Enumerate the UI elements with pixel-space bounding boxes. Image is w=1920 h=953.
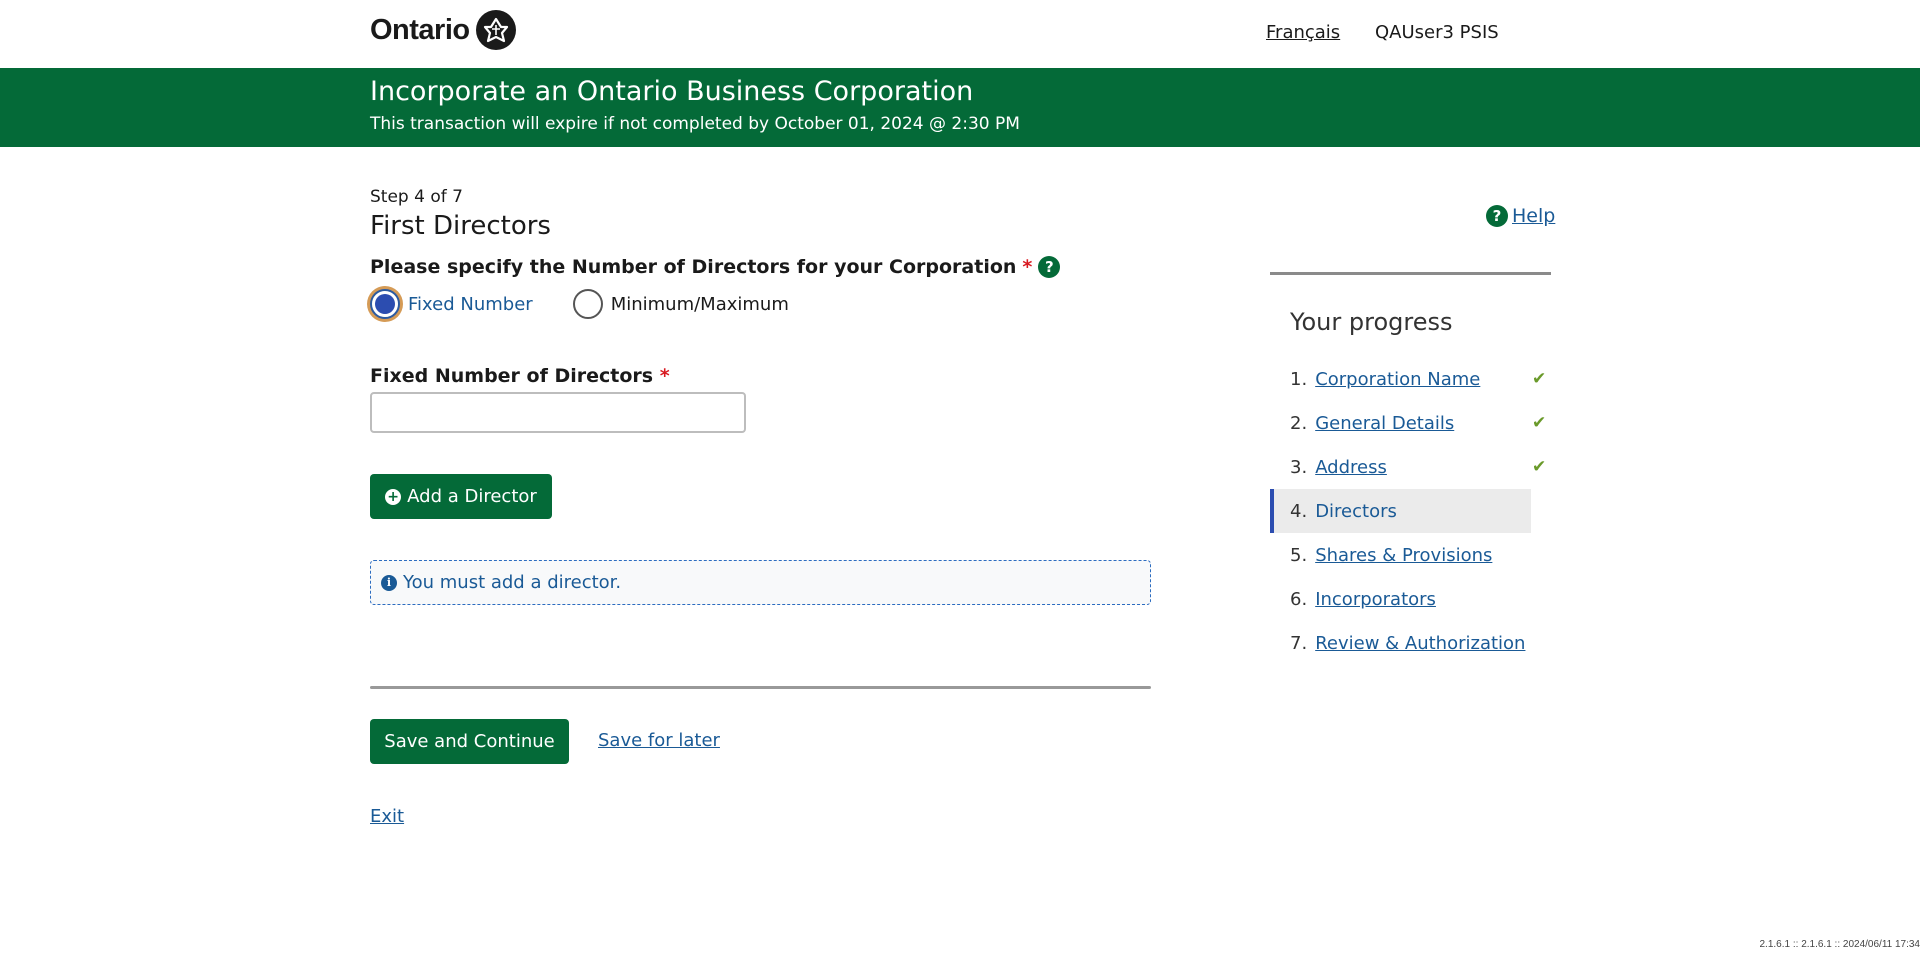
progress-step-shares-provisions[interactable]: 5. Shares & Provisions (1270, 533, 1531, 577)
progress-divider (1270, 272, 1551, 275)
step-number: 4. (1290, 500, 1308, 522)
banner-title: Incorporate an Ontario Business Corporat… (370, 76, 974, 107)
trillium-icon (475, 10, 516, 50)
step-link[interactable]: Incorporators (1315, 589, 1436, 610)
step-number: 5. (1290, 544, 1308, 566)
help-link[interactable]: ? Help (1486, 205, 1555, 227)
fixed-number-input[interactable] (370, 392, 746, 433)
step-link[interactable]: Review & Authorization (1315, 633, 1525, 654)
radio-label: Minimum/Maximum (610, 293, 789, 315)
step-link[interactable]: Shares & Provisions (1315, 545, 1492, 566)
progress-step-general-details[interactable]: 2. General Details ✔ (1270, 401, 1546, 445)
version-footer: 2.1.6.1 :: 2.1.6.1 :: 2024/06/11 17:34 (1759, 939, 1920, 950)
radio-button-checked[interactable] (370, 289, 400, 319)
step-label: Directors (1315, 500, 1397, 522)
help-label: Help (1512, 205, 1556, 227)
checkmark-icon: ✔ (1532, 413, 1547, 433)
step-link[interactable]: General Details (1315, 413, 1454, 434)
required-marker: * (659, 365, 670, 387)
user-account-name[interactable]: QAUser3 PSIS (1375, 22, 1499, 43)
radio-label: Fixed Number (408, 293, 533, 315)
question-text: Please specify the Number of Directors f… (370, 256, 1017, 278)
exit-link[interactable]: Exit (370, 806, 404, 827)
radio-button-unchecked[interactable] (572, 289, 603, 319)
progress-step-incorporators[interactable]: 6. Incorporators (1270, 577, 1531, 621)
step-number: 7. (1290, 632, 1308, 654)
director-type-radio-group: Fixed Number Minimum/Maximum (370, 289, 829, 319)
step-number: 6. (1290, 588, 1308, 610)
save-and-continue-button[interactable]: Save and Continue (370, 719, 569, 764)
info-icon: i (381, 574, 397, 591)
field-label-text: Fixed Number of Directors (370, 365, 654, 387)
form-divider (370, 686, 1151, 689)
required-marker: * (1022, 256, 1033, 278)
save-for-later-link[interactable]: Save for later (598, 730, 720, 751)
info-message-box: i You must add a director. (370, 560, 1151, 605)
progress-step-address[interactable]: 3. Address ✔ (1270, 445, 1546, 489)
progress-step-directors-current: 4. Directors (1270, 489, 1531, 533)
step-number: 3. (1290, 456, 1308, 478)
expiry-notice: This transaction will expire if not comp… (370, 114, 1020, 134)
add-director-button[interactable]: + Add a Director (370, 474, 552, 519)
step-number: 2. (1290, 412, 1308, 434)
add-director-label: Add a Director (407, 486, 537, 507)
language-toggle-link[interactable]: Français (1266, 22, 1340, 43)
progress-step-review-authorization[interactable]: 7. Review & Authorization (1270, 621, 1531, 665)
step-link[interactable]: Address (1315, 457, 1387, 478)
plus-circle-icon: + (385, 488, 402, 505)
director-count-question: Please specify the Number of Directors f… (370, 256, 1061, 278)
fixed-number-label: Fixed Number of Directors * (370, 365, 670, 387)
logo-text: Ontario (370, 13, 470, 46)
site-header: Ontario Français QAUser3 PSIS (0, 0, 1920, 68)
question-help-icon[interactable]: ? (1038, 256, 1061, 278)
transaction-banner: Incorporate an Ontario Business Corporat… (0, 68, 1920, 147)
radio-fixed-number[interactable]: Fixed Number (370, 289, 533, 319)
progress-step-corporation-name[interactable]: 1. Corporation Name ✔ (1270, 357, 1546, 401)
progress-title: Your progress (1290, 308, 1453, 336)
checkmark-icon: ✔ (1532, 369, 1547, 389)
progress-steps-list: 1. Corporation Name ✔ 2. General Details… (1270, 357, 1546, 665)
step-link[interactable]: Corporation Name (1315, 369, 1480, 390)
info-message-text: You must add a director. (403, 572, 622, 593)
page-title: First Directors (370, 211, 551, 241)
step-number: 1. (1290, 368, 1308, 390)
step-indicator: Step 4 of 7 (370, 187, 463, 207)
checkmark-icon: ✔ (1532, 457, 1547, 477)
help-icon: ? (1486, 205, 1508, 227)
ontario-logo[interactable]: Ontario (370, 10, 516, 50)
radio-minimum-maximum[interactable]: Minimum/Maximum (572, 289, 789, 319)
